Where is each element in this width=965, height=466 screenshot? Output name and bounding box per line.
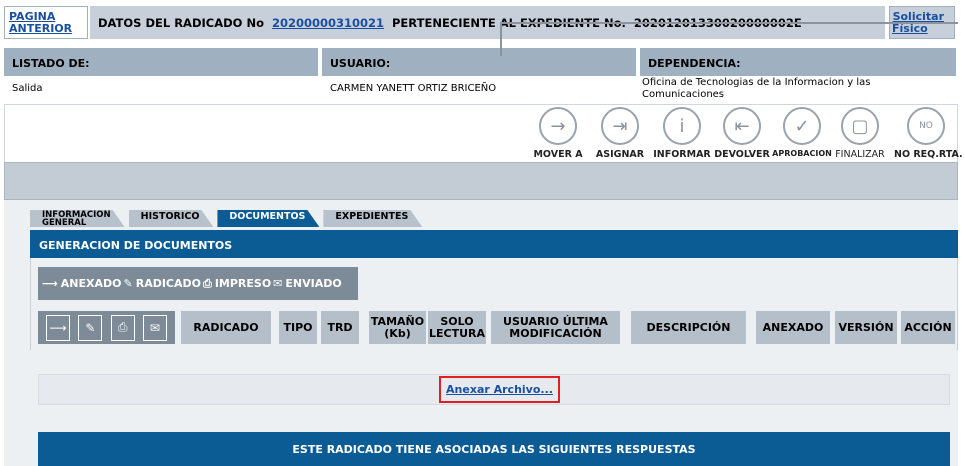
no-req-rta-button[interactable]: NO NO REQ.RTA. bbox=[894, 107, 963, 160]
col-solo-line1: SOLO bbox=[440, 314, 474, 328]
solicitar-line1: Solicitar bbox=[892, 9, 944, 23]
dependencia-value: Oficina de Tecnologias de la Informacion… bbox=[642, 77, 942, 101]
pagina-anterior-line2: ANTERIOR bbox=[9, 21, 73, 35]
actions-divider-vertical bbox=[500, 22, 502, 56]
tabs: INFORMACION GENERAL HISTORICO DOCUMENTOS… bbox=[30, 210, 426, 227]
finalizar-button[interactable]: ▢ FINALIZAR bbox=[828, 107, 892, 160]
col-tamano-line1: TAMAÑO bbox=[370, 314, 425, 328]
devolver-button[interactable]: ⇤ DEVOLVER bbox=[710, 107, 774, 160]
tab-historico[interactable]: HISTORICO bbox=[129, 210, 214, 227]
usuario-label: USUARIO: bbox=[322, 48, 636, 76]
enviado-column-icon: ✉ bbox=[142, 314, 167, 341]
listado-label: LISTADO DE: bbox=[4, 48, 318, 76]
col-usuario-modificacion: USUARIO ÚLTIMA MODIFICACIÓN bbox=[491, 311, 620, 344]
no-req-rta-label: NO REQ.RTA. bbox=[894, 149, 963, 160]
aprobacion-label: APROBACION bbox=[772, 149, 832, 158]
tab-documentos[interactable]: DOCUMENTOS bbox=[217, 210, 319, 227]
col-descripcion: DESCRIPCIÓN bbox=[631, 311, 746, 344]
pagina-anterior-line1: PAGINA bbox=[9, 9, 56, 23]
solicitar-line2: Físico bbox=[892, 21, 928, 35]
tab-expedientes[interactable]: EXPEDIENTES bbox=[323, 210, 422, 227]
arrow-right-icon: → bbox=[539, 107, 577, 145]
col-version: VERSIÓN bbox=[835, 311, 897, 344]
finalizar-label: FINALIZAR bbox=[835, 149, 885, 160]
col-tamano-line2: (Kb) bbox=[384, 326, 411, 340]
pagina-anterior-link[interactable]: PAGINA ANTERIOR bbox=[4, 6, 88, 39]
informar-label: INFORMAR bbox=[653, 149, 711, 160]
asignar-button[interactable]: ⇥ ASIGNAR bbox=[588, 107, 652, 160]
anexar-highlight: Anexar Archivo... bbox=[439, 376, 560, 403]
legend-radicado: RADICADO bbox=[135, 277, 201, 290]
radicado-prefix: DATOS DEL RADICADO No bbox=[98, 15, 264, 30]
listado-value: Salida bbox=[12, 83, 43, 94]
radicado-column-icon: ✎ bbox=[78, 314, 103, 341]
col-tipo: TIPO bbox=[279, 311, 317, 344]
status-legend: ⟶ ANEXADO ✎ RADICADO ⎙ IMPRESO ✉ ENVIADO bbox=[38, 267, 358, 300]
legend-enviado: ENVIADO bbox=[285, 277, 342, 290]
dependencia-label: DEPENDENCIA: bbox=[640, 48, 956, 76]
tab-informacion-general[interactable]: INFORMACION GENERAL bbox=[30, 210, 125, 227]
mover-a-label: MOVER A bbox=[533, 149, 583, 160]
check-icon: ✓ bbox=[783, 107, 821, 145]
col-accion: ACCIÓN bbox=[901, 311, 955, 344]
radicado-number-link[interactable]: 20200000310021 bbox=[272, 16, 384, 30]
mover-a-button[interactable]: → MOVER A bbox=[526, 107, 590, 160]
generacion-title: GENERACION DE DOCUMENTOS bbox=[30, 230, 958, 258]
legend-anexado: ANEXADO bbox=[60, 277, 122, 290]
assign-icon: ⇥ bbox=[601, 107, 639, 145]
no-icon: NO bbox=[907, 107, 945, 145]
dependencia-value-line1: Oficina de Tecnologias de la Informacion… bbox=[642, 77, 871, 88]
anexar-archivo-link[interactable]: Anexar Archivo... bbox=[446, 383, 553, 396]
col-trd: TRD bbox=[321, 311, 359, 344]
respuestas-header: ESTE RADICADO TIENE ASOCIADAS LAS SIGUIE… bbox=[38, 432, 950, 466]
col-anexado: ANEXADO bbox=[756, 311, 830, 344]
printer-icon: ⎙ bbox=[203, 276, 212, 290]
return-icon: ⇤ bbox=[723, 107, 761, 145]
col-usuario-line2: MODIFICACIÓN bbox=[509, 326, 602, 340]
legend-impreso: IMPRESO bbox=[214, 277, 272, 290]
dependencia-value-line2: Comunicaciones bbox=[642, 89, 725, 100]
status-icons-header: ⟶ ✎ ⎙ ✉ bbox=[38, 311, 175, 344]
radicado-icon: ✎ bbox=[123, 277, 133, 290]
asignar-label: ASIGNAR bbox=[595, 149, 645, 160]
tab-informacion-line2: GENERAL bbox=[42, 218, 87, 228]
col-usuario-line1: USUARIO ÚLTIMA bbox=[503, 314, 608, 328]
col-solo-lectura: SOLO LECTURA bbox=[428, 311, 486, 344]
devolver-label: DEVOLVER bbox=[714, 149, 770, 160]
aprobacion-button[interactable]: ✓ APROBACION bbox=[770, 107, 834, 158]
col-radicado: RADICADO bbox=[181, 311, 271, 344]
actions-divider bbox=[500, 22, 958, 24]
finish-icon: ▢ bbox=[841, 107, 879, 145]
section-bar bbox=[4, 162, 958, 200]
envelope-icon: ✉ bbox=[273, 277, 283, 290]
impreso-column-icon: ⎙ bbox=[110, 314, 135, 341]
col-tamano: TAMAÑO (Kb) bbox=[369, 311, 426, 344]
info-icon: i bbox=[663, 107, 701, 145]
anexado-column-icon: ⟶ bbox=[46, 314, 71, 341]
usuario-value: CARMEN YANETT ORTIZ BRICEÑO bbox=[330, 83, 497, 94]
informar-button[interactable]: i INFORMAR bbox=[650, 107, 714, 160]
anexado-icon: ⟶ bbox=[42, 277, 58, 290]
col-solo-line2: LECTURA bbox=[428, 326, 485, 340]
